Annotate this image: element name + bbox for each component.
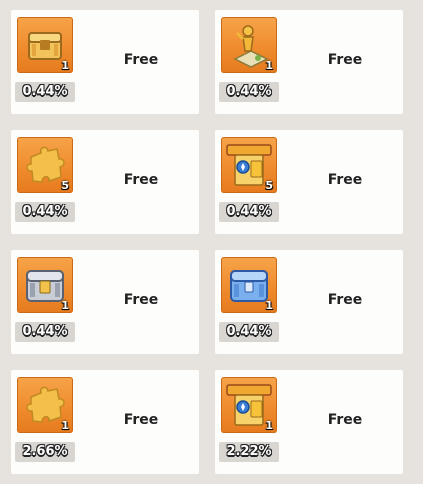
quantity-label: 1 (265, 299, 273, 312)
reward-card[interactable]: 5 0.44% Free (11, 130, 199, 234)
golden-trophy-map-icon: 1 (221, 17, 277, 73)
quantity-label: 1 (265, 419, 273, 432)
gold-chest-icon: 1 (17, 17, 73, 73)
drop-chance: 0.44% (15, 202, 75, 222)
reward-card[interactable]: 1 0.44% Free (11, 250, 199, 354)
silver-chest-icon: 1 (17, 257, 73, 313)
reward-card[interactable]: 5 0.44% Free (215, 130, 403, 234)
drop-chance: 0.44% (219, 322, 279, 342)
drop-chance: 0.44% (15, 82, 75, 102)
quantity-label: 1 (265, 59, 273, 72)
price-label: Free (327, 412, 363, 428)
reward-card[interactable]: 1 0.44% Free (11, 10, 199, 114)
price-label: Free (123, 172, 159, 188)
price-label: Free (327, 292, 363, 308)
drop-chance: 0.44% (219, 82, 279, 102)
reward-card[interactable]: 1 2.22% Free (215, 370, 403, 474)
reward-card[interactable]: 1 0.44% Free (215, 250, 403, 354)
price-label: Free (123, 52, 159, 68)
drop-chance: 2.22% (219, 442, 279, 462)
level-book-icon: 5 (221, 137, 277, 193)
quantity-label: 1 (61, 59, 69, 72)
quantity-label: 1 (61, 299, 69, 312)
quantity-label: 5 (61, 179, 69, 192)
drop-chance: 2.66% (15, 442, 75, 462)
drop-chance: 0.44% (219, 202, 279, 222)
level-book-icon: 1 (221, 377, 277, 433)
blue-chest-icon: 1 (221, 257, 277, 313)
price-label: Free (327, 52, 363, 68)
price-label: Free (123, 292, 159, 308)
puzzle-piece-icon: 5 (17, 137, 73, 193)
quantity-label: 1 (61, 419, 69, 432)
drop-chance: 0.44% (15, 322, 75, 342)
reward-card[interactable]: 1 0.44% Free (215, 10, 403, 114)
price-label: Free (327, 172, 363, 188)
puzzle-piece-icon: 1 (17, 377, 73, 433)
price-label: Free (123, 412, 159, 428)
reward-card[interactable]: 1 2.66% Free (11, 370, 199, 474)
quantity-label: 5 (265, 179, 273, 192)
